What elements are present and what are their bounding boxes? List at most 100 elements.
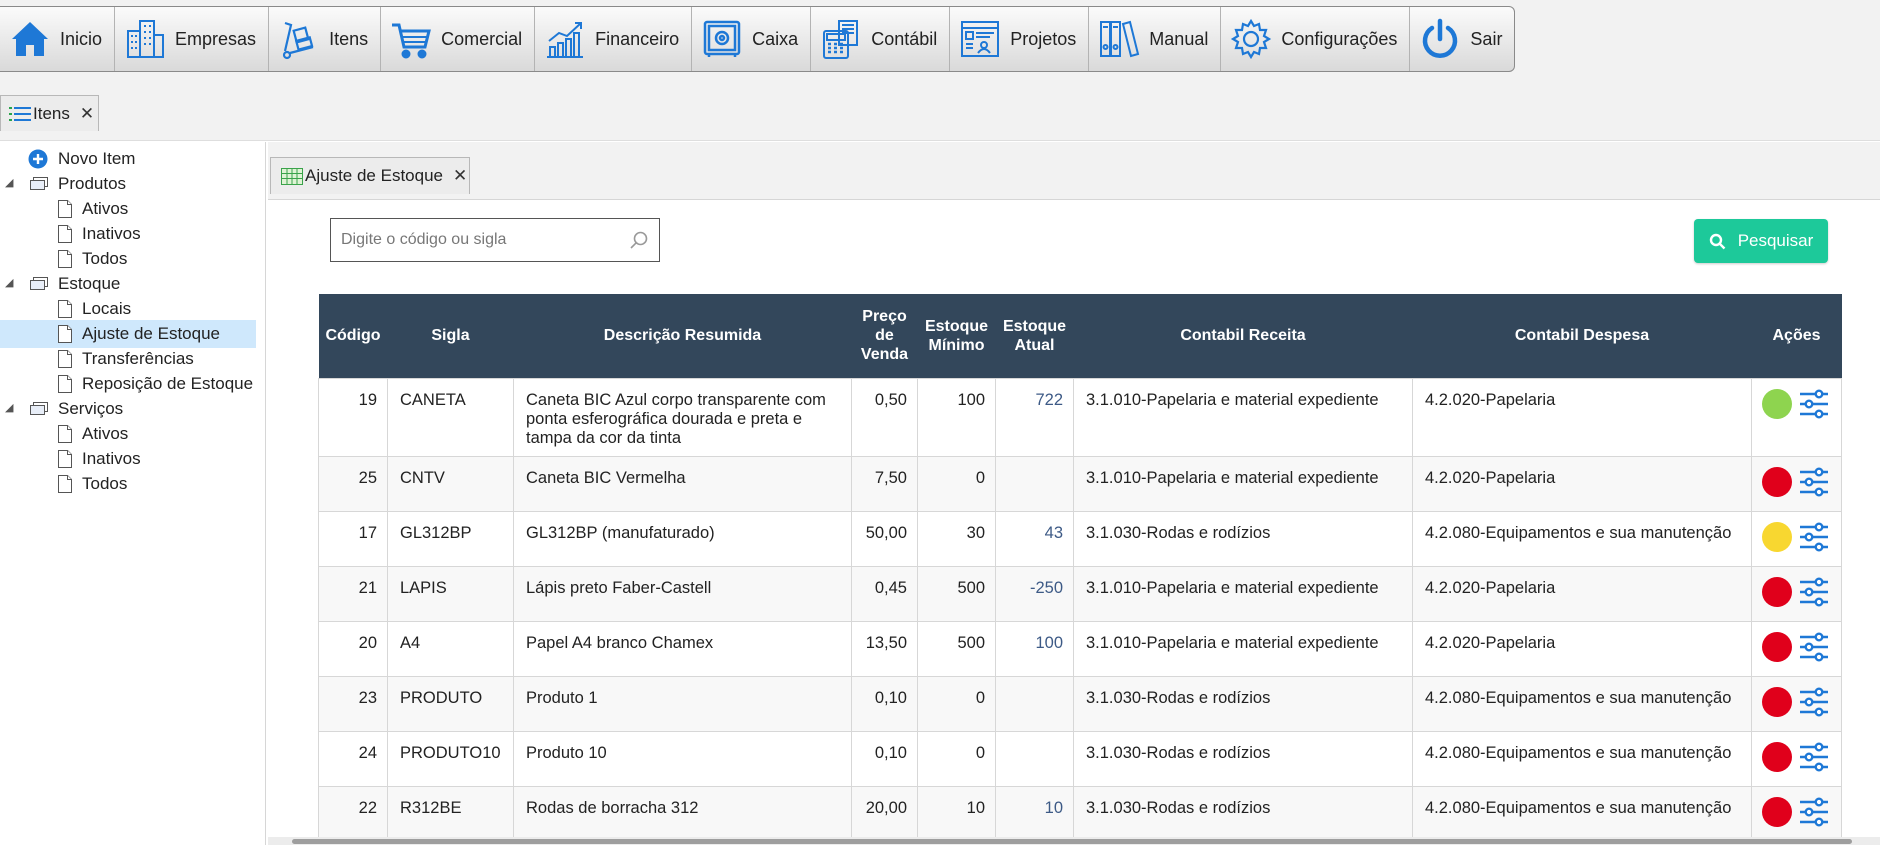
adjust-settings-icon[interactable] bbox=[1798, 522, 1830, 552]
menu-financeiro[interactable]: Financeiro bbox=[535, 7, 693, 71]
adjust-settings-icon[interactable] bbox=[1798, 389, 1830, 419]
cell-preco: 0,10 bbox=[851, 730, 918, 787]
tab-itens[interactable]: Itens ✕ bbox=[0, 95, 99, 131]
cell-sigla: R312BE bbox=[387, 785, 514, 842]
tree-servicos-todos[interactable]: Todos bbox=[58, 470, 127, 498]
tree-servicos-ativos[interactable]: Ativos bbox=[58, 420, 128, 448]
tree-estoque[interactable]: Estoque bbox=[30, 270, 120, 298]
table-row[interactable]: 22 R312BE Rodas de borracha 312 20,00 10 10 3.… bbox=[318, 785, 1842, 842]
document-icon bbox=[58, 450, 72, 468]
search-input[interactable] bbox=[341, 231, 629, 249]
col-contabil-receita[interactable]: Contabil Receita bbox=[1073, 294, 1413, 378]
search-icon[interactable] bbox=[629, 230, 649, 250]
menu-caixa[interactable]: Caixa bbox=[692, 7, 812, 71]
status-indicator[interactable] bbox=[1762, 466, 1792, 497]
collapse-icon[interactable]: ◢ bbox=[5, 401, 13, 414]
tree-estoque-transferencias[interactable]: Transferências bbox=[58, 345, 194, 373]
menu-itens[interactable]: Itens bbox=[269, 7, 382, 71]
document-icon bbox=[58, 300, 72, 318]
close-icon[interactable]: ✕ bbox=[453, 166, 467, 186]
col-estoque-minimo[interactable]: Estoque Mínimo bbox=[917, 294, 996, 378]
scrollbar-thumb[interactable] bbox=[292, 839, 1852, 844]
cell-estoque-atual: 10 bbox=[995, 785, 1074, 842]
tree-estoque-locais[interactable]: Locais bbox=[58, 295, 131, 323]
row-actions bbox=[1762, 796, 1841, 827]
col-preco[interactable]: Preço de Venda bbox=[851, 294, 918, 378]
tree-label: Todos bbox=[82, 249, 128, 268]
menu-label: Projetos bbox=[1010, 28, 1077, 49]
table-row[interactable]: 25 CNTV Caneta BIC Vermelha 7,50 0 3.1.010-Pa… bbox=[318, 455, 1842, 512]
status-indicator[interactable] bbox=[1762, 631, 1792, 662]
row-actions bbox=[1762, 631, 1841, 662]
cell-descricao: Caneta BIC Vermelha bbox=[513, 455, 852, 512]
table-row[interactable]: 23 PRODUTO Produto 1 0,10 0 3.1.030-Rodas e r… bbox=[318, 675, 1842, 732]
cell-estoque-atual: 100 bbox=[995, 620, 1074, 677]
adjust-settings-icon[interactable] bbox=[1798, 467, 1830, 497]
document-icon bbox=[58, 225, 72, 243]
table-row[interactable]: 17 GL312BP GL312BP (manufaturado) 50,00 30 43… bbox=[318, 510, 1842, 567]
cell-acoes bbox=[1751, 785, 1842, 842]
collapse-icon[interactable]: ◢ bbox=[5, 176, 13, 189]
table-row[interactable]: 20 A4 Papel A4 branco Chamex 13,50 500 100 3.1… bbox=[318, 620, 1842, 677]
menu-inicio[interactable]: Inicio bbox=[0, 7, 116, 71]
menu-comercial[interactable]: Comercial bbox=[381, 7, 536, 71]
adjust-settings-icon[interactable] bbox=[1798, 632, 1830, 662]
adjust-settings-icon[interactable] bbox=[1798, 577, 1830, 607]
collapse-icon[interactable]: ◢ bbox=[5, 276, 13, 289]
close-icon[interactable]: ✕ bbox=[80, 104, 94, 124]
menu-configuracoes[interactable]: Configurações bbox=[1221, 7, 1411, 71]
cell-preco: 20,00 bbox=[851, 785, 918, 842]
status-indicator[interactable] bbox=[1762, 686, 1792, 717]
table-row[interactable]: 19 CANETA Caneta BIC Azul corpo transparen… bbox=[318, 377, 1842, 457]
tree-servicos[interactable]: Serviços bbox=[30, 395, 123, 423]
menu-label: Manual bbox=[1149, 28, 1209, 49]
tree-servicos-inativos[interactable]: Inativos bbox=[58, 445, 141, 473]
tree-produtos[interactable]: Produtos bbox=[30, 170, 126, 198]
row-actions bbox=[1762, 576, 1841, 607]
status-indicator[interactable] bbox=[1762, 388, 1792, 419]
tree-novo-item[interactable]: Novo Item bbox=[28, 145, 135, 173]
adjust-settings-icon[interactable] bbox=[1798, 687, 1830, 717]
menu-label: Caixa bbox=[752, 28, 799, 49]
cell-contabil-despesa: 4.2.020-Papelaria bbox=[1412, 565, 1752, 622]
tree-label: Reposição de Estoque bbox=[82, 374, 254, 393]
tree-label: Estoque bbox=[58, 274, 121, 293]
menu-empresas[interactable]: Empresas bbox=[115, 7, 270, 71]
col-descricao[interactable]: Descrição Resumida bbox=[513, 294, 852, 378]
cell-codigo: 23 bbox=[318, 675, 388, 732]
content-tabstrip: Ajuste de Estoque ✕ bbox=[268, 142, 1880, 200]
buildings-icon bbox=[127, 20, 165, 58]
menu-projetos[interactable]: Projetos bbox=[950, 7, 1090, 71]
status-indicator[interactable] bbox=[1762, 521, 1792, 552]
menu-manual[interactable]: Manual bbox=[1089, 7, 1222, 71]
tree-label: Inativos bbox=[82, 449, 141, 468]
cell-codigo: 17 bbox=[318, 510, 388, 567]
table-row[interactable]: 21 LAPIS Lápis preto Faber-Castell 0,45 500-… bbox=[318, 565, 1842, 622]
status-indicator[interactable] bbox=[1762, 796, 1792, 827]
adjust-settings-icon[interactable] bbox=[1798, 797, 1830, 827]
horizontal-scrollbar[interactable] bbox=[268, 837, 1880, 845]
tree-produtos-ativos[interactable]: Ativos bbox=[58, 195, 128, 223]
col-sigla[interactable]: Sigla bbox=[387, 294, 514, 378]
tree-estoque-reposicao[interactable]: Reposição de Estoque bbox=[58, 370, 253, 398]
col-contabil-despesa[interactable]: Contabil Despesa bbox=[1412, 294, 1752, 378]
status-indicator[interactable] bbox=[1762, 741, 1792, 772]
tree-produtos-inativos[interactable]: Inativos bbox=[58, 220, 141, 248]
adjust-settings-icon[interactable] bbox=[1798, 742, 1830, 772]
cell-estoque-minimo: 100 bbox=[917, 377, 996, 457]
cell-sigla: CNTV bbox=[387, 455, 514, 512]
col-estoque-atual[interactable]: Estoque Atual bbox=[995, 294, 1074, 378]
search-button[interactable]: Pesquisar bbox=[1694, 219, 1828, 263]
cell-sigla: GL312BP bbox=[387, 510, 514, 567]
col-codigo[interactable]: Código bbox=[318, 294, 388, 378]
cell-preco: 0,45 bbox=[851, 565, 918, 622]
menu-contabil[interactable]: Contábil bbox=[811, 7, 951, 71]
document-icon bbox=[58, 425, 72, 443]
table-row[interactable]: 24 PRODUTO10 Produto 10 0,10 0 3.1.030-Rodas … bbox=[318, 730, 1842, 787]
status-indicator[interactable] bbox=[1762, 576, 1792, 607]
tree-estoque-ajuste[interactable]: Ajuste de Estoque bbox=[0, 320, 256, 348]
cell-acoes bbox=[1751, 565, 1842, 622]
menu-sair[interactable]: Sair bbox=[1410, 7, 1514, 71]
tab-ajuste-de-estoque[interactable]: Ajuste de Estoque ✕ bbox=[270, 157, 470, 194]
tree-produtos-todos[interactable]: Todos bbox=[58, 245, 127, 273]
